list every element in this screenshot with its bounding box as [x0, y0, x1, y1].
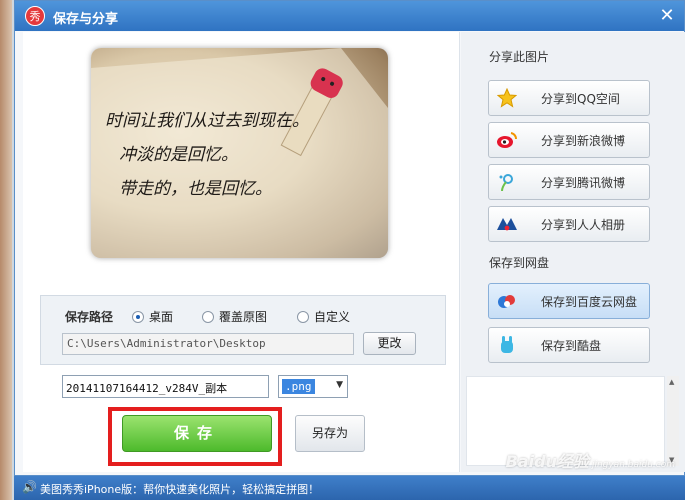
save-button[interactable]: 保存	[122, 415, 272, 452]
handwriting-line-1: 时间让我们从过去到现在。	[105, 111, 309, 131]
radio-desktop-label: 桌面	[149, 310, 174, 324]
share-panel: 分享此图片 分享到QQ空间 分享到新浪微博 分享到腾讯微博 分享到人人相册 保存…	[461, 32, 685, 472]
kupan-icon	[489, 335, 525, 355]
save-path-label: 保存路径	[65, 310, 114, 324]
radio-overwrite[interactable]: 覆盖原图	[202, 308, 267, 325]
title-bar[interactable]: 秀 保存与分享 ✕	[15, 1, 684, 31]
share-renren-button[interactable]: 分享到人人相册	[488, 206, 650, 242]
change-path-button[interactable]: 更改	[363, 332, 416, 355]
star-icon	[489, 88, 525, 108]
background-left	[0, 0, 12, 500]
save-share-dialog: 秀 保存与分享 ✕ 时间让我们从过去到现在。 冲淡的是回忆。 带走的，也是回忆。…	[14, 0, 685, 476]
save-path-field[interactable]: C:\Users\Administrator\Desktop	[62, 333, 354, 355]
chevron-down-icon: ▼	[336, 380, 343, 390]
save-baidu-cloud-label: 保存到百度云网盘	[541, 294, 638, 309]
handwriting-line-2: 冲淡的是回忆。	[119, 145, 238, 165]
share-qzone-label: 分享到QQ空间	[541, 91, 620, 106]
radio-desktop[interactable]: 桌面	[132, 308, 173, 325]
weibo-icon	[489, 131, 525, 149]
radio-custom[interactable]: 自定义	[297, 308, 350, 325]
watermark-brand: Baidu经验	[505, 452, 589, 471]
radio-custom-label: 自定义	[314, 310, 351, 324]
speaker-icon: 🔊	[22, 480, 37, 494]
status-bar: 🔊 美图秀秀iPhone版：帮你快速美化照片，轻松搞定拼图！	[14, 476, 685, 500]
scroll-up-icon[interactable]: ▲	[669, 378, 674, 386]
radio-indicator	[297, 310, 309, 323]
share-tencent-weibo-label: 分享到腾讯微博	[541, 175, 626, 190]
share-sina-weibo-label: 分享到新浪微博	[541, 133, 626, 148]
share-tencent-weibo-button[interactable]: 分享到腾讯微博	[488, 164, 650, 200]
close-button[interactable]: ✕	[656, 5, 678, 27]
baidu-jingyan-watermark: Baidu经验 jingyan.baidu.com	[506, 448, 675, 472]
dialog-title: 保存与分享	[53, 12, 119, 27]
cloud-section-title: 保存到网盘	[489, 256, 550, 270]
close-icon: ✕	[659, 5, 675, 26]
photo-preview: 时间让我们从过去到现在。 冲淡的是回忆。 带走的，也是回忆。	[91, 48, 388, 258]
save-panel: 时间让我们从过去到现在。 冲淡的是回忆。 带走的，也是回忆。 保存路径 桌面 覆…	[23, 32, 460, 472]
status-bar-text[interactable]: 美图秀秀iPhone版：帮你快速美化照片，轻松搞定拼图！	[40, 481, 319, 497]
share-renren-label: 分享到人人相册	[541, 217, 626, 232]
tencent-weibo-icon	[489, 172, 525, 192]
radio-indicator	[202, 310, 214, 323]
save-path-group: 保存路径 桌面 覆盖原图 自定义 C:\Users\Administrator\…	[40, 295, 446, 365]
filename-input[interactable]: 20141107164412_v284V_副本	[62, 375, 269, 398]
radio-indicator	[132, 310, 144, 323]
share-qzone-button[interactable]: 分享到QQ空间	[488, 80, 650, 116]
save-baidu-cloud-button[interactable]: 保存到百度云网盘	[488, 283, 650, 319]
meitu-logo-icon: 秀	[25, 6, 45, 26]
handwriting-line-3: 带走的，也是回忆。	[119, 179, 272, 199]
radio-overwrite-label: 覆盖原图	[219, 310, 268, 324]
save-as-button[interactable]: 另存为	[295, 415, 365, 452]
save-kupan-label: 保存到酷盘	[541, 338, 602, 353]
save-kupan-button[interactable]: 保存到酷盘	[488, 327, 650, 363]
watermark-url: jingyan.baidu.com	[591, 460, 675, 470]
share-sina-weibo-button[interactable]: 分享到新浪微博	[488, 122, 650, 158]
renren-icon	[489, 216, 525, 232]
baidu-cloud-icon	[489, 292, 525, 310]
file-format-value: .png	[282, 379, 315, 394]
share-section-title: 分享此图片	[489, 50, 550, 64]
file-format-select[interactable]: .png ▼	[278, 375, 348, 398]
